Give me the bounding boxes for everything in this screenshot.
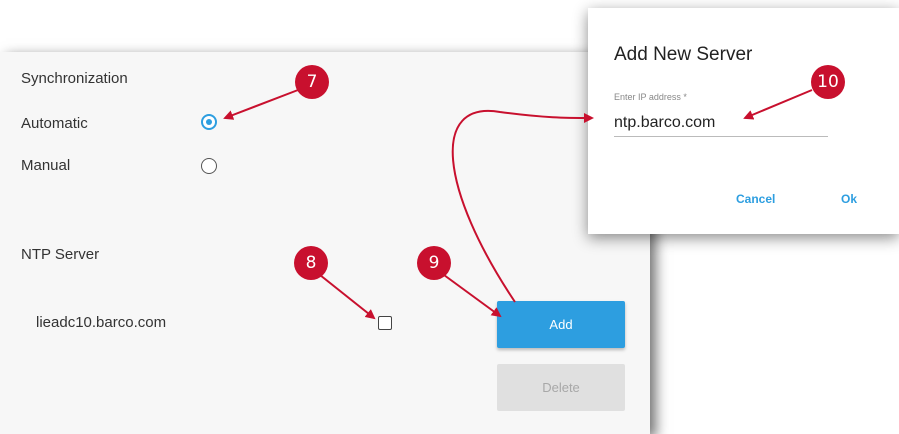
ok-button[interactable]: Ok (841, 192, 857, 206)
delete-button[interactable]: Delete (497, 364, 625, 411)
ip-field-label: Enter IP address * (614, 92, 687, 102)
callout-9: 9 (417, 246, 451, 280)
settings-panel: Synchronization Automatic Manual NTP Ser… (0, 52, 650, 434)
add-button[interactable]: Add (497, 301, 625, 348)
automatic-radio[interactable] (201, 114, 217, 130)
add-server-dialog: Add New Server Enter IP address * Cancel… (588, 8, 899, 234)
server-checkbox[interactable] (378, 316, 392, 330)
callout-7: 7 (295, 65, 329, 99)
manual-label: Manual (21, 157, 71, 174)
callout-10: 10 (811, 65, 845, 99)
callout-8: 8 (294, 246, 328, 280)
ip-address-input[interactable] (614, 114, 828, 137)
server-name: lieadc10.barco.com (36, 314, 167, 331)
synchronization-title: Synchronization (21, 70, 128, 87)
manual-radio[interactable] (201, 158, 217, 174)
dialog-title: Add New Server (614, 44, 753, 65)
cancel-button[interactable]: Cancel (736, 192, 775, 206)
ntp-server-title: NTP Server (21, 246, 100, 263)
automatic-label: Automatic (21, 115, 88, 132)
